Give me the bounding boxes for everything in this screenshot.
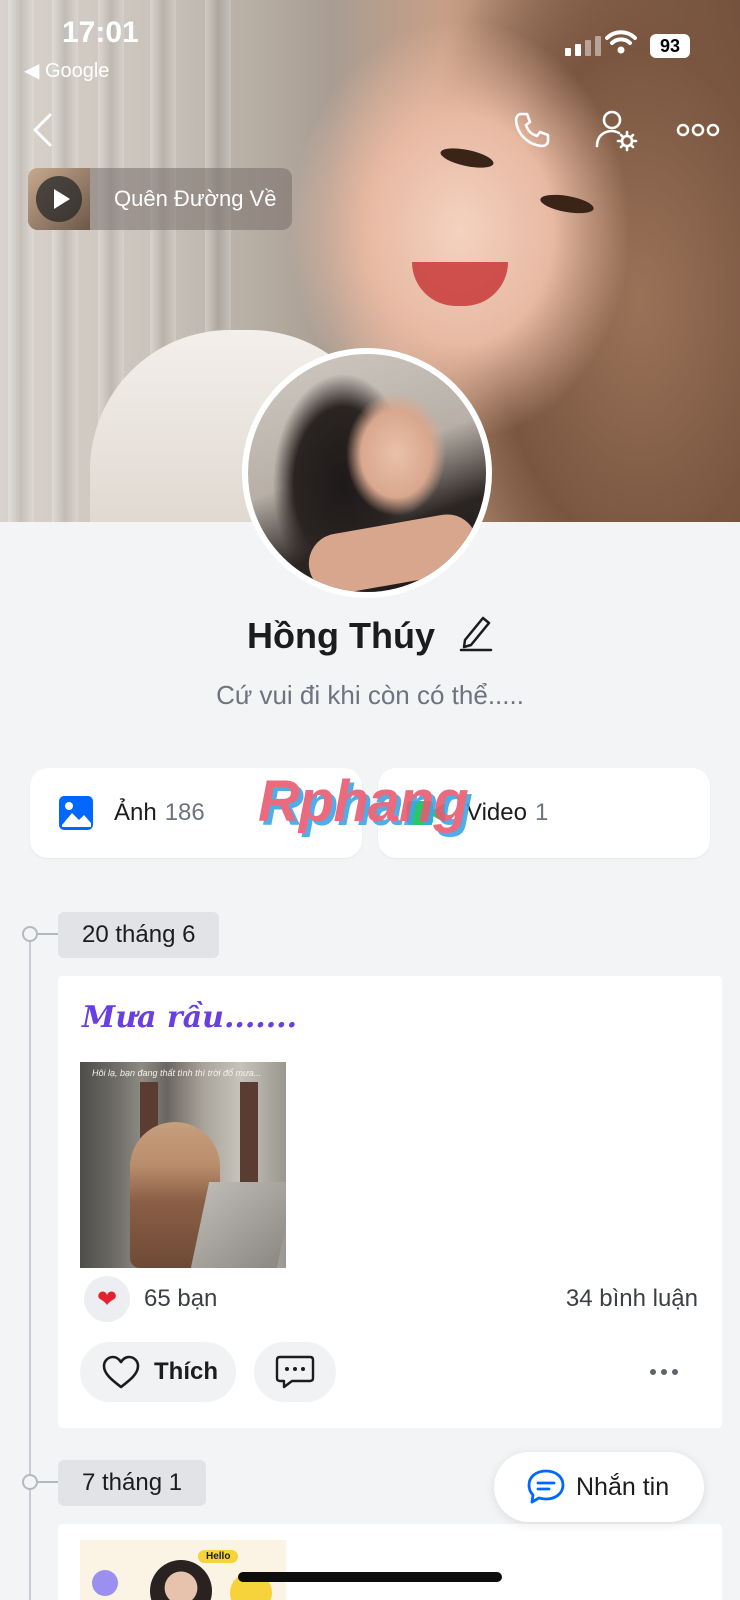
status-time: 17:01 (62, 16, 139, 49)
send-message-label: Nhắn tin (576, 1472, 670, 1501)
photos-label: Ảnh (114, 799, 157, 826)
chat-bubble-icon (527, 1469, 565, 1504)
phone-icon (514, 112, 550, 148)
battery-indicator: 93 (650, 34, 690, 58)
sticker-hello-text: Hello (198, 1550, 239, 1563)
post-photo[interactable]: Hello (80, 1540, 286, 1600)
watermark-logo: Rphang (258, 769, 469, 834)
videos-label: Video (466, 799, 527, 826)
home-indicator[interactable] (238, 1572, 502, 1582)
cell-signal-icon (565, 36, 601, 56)
call-button[interactable] (508, 106, 556, 154)
profile-bio: Cứ vui đi khi còn có thể..... (216, 680, 524, 710)
sticker-person (150, 1560, 212, 1600)
image-icon (59, 796, 93, 830)
post-title: Mưa rầu....... (82, 1000, 298, 1035)
music-thumbnail (28, 168, 90, 230)
timeline-dot (22, 926, 38, 942)
comment-button[interactable] (254, 1342, 336, 1402)
cover-eye (539, 191, 595, 217)
more-horizontal-icon (676, 123, 720, 137)
comment-count[interactable]: 34 bình luận (566, 1285, 698, 1313)
more-options-button[interactable] (674, 106, 722, 154)
reaction-row: ❤ 65 bạn 34 bình luận (84, 1276, 698, 1322)
play-icon[interactable] (36, 176, 82, 222)
comment-bubble-icon (275, 1355, 315, 1389)
cover-eye (438, 144, 496, 172)
cover-lips (412, 262, 508, 306)
edit-name-button[interactable] (459, 612, 493, 661)
post-more-button[interactable] (642, 1352, 686, 1392)
reaction-count[interactable]: 65 bạn (144, 1285, 217, 1313)
timeline-connector (38, 933, 58, 935)
photo-caption: Hôi lạ, bạn đang thất tình thì trời đổ m… (92, 1068, 262, 1078)
timeline-post[interactable]: Mưa rầu....... Hôi lạ, bạn đang thất tìn… (58, 976, 722, 1428)
avatar-arm (304, 509, 482, 592)
pencil-icon (459, 616, 493, 652)
send-message-button[interactable]: Nhắn tin (494, 1452, 704, 1522)
profile-settings-button[interactable] (592, 106, 640, 154)
timeline-date: 20 tháng 6 (58, 912, 220, 958)
photos-count: 186 (164, 799, 205, 826)
music-title: Quên Đường Về (114, 186, 277, 211)
heart-outline-icon (102, 1355, 140, 1389)
timeline-dot (22, 1474, 38, 1490)
like-label: Thích (154, 1358, 218, 1385)
status-bar: 17:01 ◀ Google 93 (0, 0, 740, 90)
timeline-date: 7 tháng 1 (58, 1460, 207, 1506)
post-photo[interactable]: Hôi lạ, bạn đang thất tình thì trời đổ m… (80, 1062, 286, 1268)
back-button[interactable] (18, 106, 66, 154)
chevron-left-icon (33, 113, 52, 147)
user-gear-icon (595, 110, 638, 152)
heart-reaction-icon[interactable]: ❤ (84, 1276, 130, 1322)
profile-music-player[interactable]: Quên Đường Về (28, 168, 292, 230)
profile-name-row: Hồng Thúy (0, 612, 740, 661)
videos-count: 1 (534, 799, 549, 826)
timeline-connector (38, 1481, 58, 1483)
profile-avatar[interactable] (242, 348, 492, 598)
wifi-icon (605, 30, 637, 54)
sticker-purple-face (92, 1570, 118, 1596)
timeline-post[interactable]: Hello (58, 1524, 722, 1600)
like-button[interactable]: Thích (80, 1342, 236, 1402)
back-to-app-link[interactable]: ◀ Google (24, 58, 109, 83)
profile-name: Hồng Thúy (247, 615, 435, 656)
timeline-line (29, 934, 31, 1600)
